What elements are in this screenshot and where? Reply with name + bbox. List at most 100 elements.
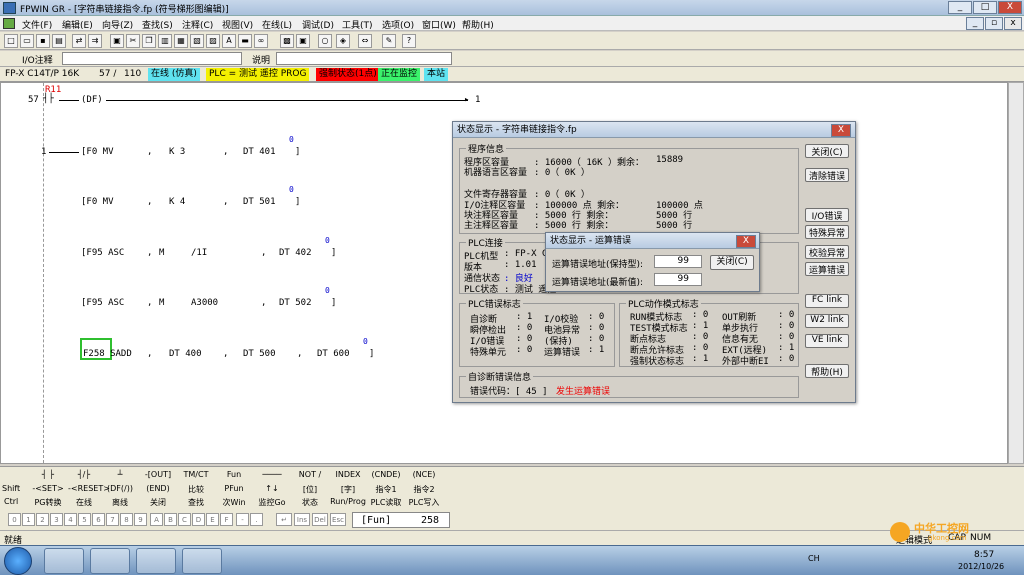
fkey-plc-read[interactable]: PLC读取 xyxy=(368,497,404,508)
num-key[interactable]: 2 xyxy=(36,513,49,526)
new-icon[interactable]: □ xyxy=(4,34,18,48)
fkey-online[interactable]: 在线 xyxy=(68,497,100,508)
help-button[interactable]: 帮助(H) xyxy=(805,364,849,378)
fc-link-button[interactable]: FC link xyxy=(805,294,849,308)
vertical-scrollbar[interactable] xyxy=(1008,82,1024,464)
io-error-button[interactable]: I/O错误 xyxy=(805,208,849,222)
grid-icon[interactable]: ▦ xyxy=(174,34,188,48)
menu-comment[interactable]: 注释(C) xyxy=(182,18,213,31)
dialog-close-button[interactable]: X xyxy=(831,124,851,137)
fkey-plc-write[interactable]: PLC写入 xyxy=(406,497,442,508)
menu-online[interactable]: 在线(L) xyxy=(262,18,292,31)
font-icon[interactable]: A xyxy=(222,34,236,48)
taskbar-ie-icon[interactable] xyxy=(44,548,84,574)
paste-icon[interactable]: ▥ xyxy=(158,34,172,48)
num-key[interactable]: 0 xyxy=(8,513,21,526)
num-key[interactable]: 3 xyxy=(50,513,63,526)
fkey-df[interactable]: (DF(/)) xyxy=(102,484,138,493)
pen-icon[interactable]: ✎ xyxy=(382,34,396,48)
fkey-reset[interactable]: -<RESET> xyxy=(68,484,110,493)
fkey-index[interactable]: INDEX xyxy=(330,470,366,479)
child-restore-button[interactable]: ▫ xyxy=(985,17,1003,30)
num-key[interactable]: 9 xyxy=(134,513,147,526)
maximize-button[interactable]: □ xyxy=(973,1,997,14)
taskbar-folder-icon[interactable] xyxy=(136,548,176,574)
fkey-compare[interactable]: 比较 xyxy=(178,484,214,495)
fkey-tmct[interactable]: TM/CT xyxy=(178,470,214,479)
fkey-cnde[interactable]: (CNDE) xyxy=(368,470,404,479)
num-key[interactable]: 1 xyxy=(22,513,35,526)
num-key[interactable]: 7 xyxy=(106,513,119,526)
block-icon[interactable]: ▧ xyxy=(190,34,204,48)
ins-key[interactable]: Ins xyxy=(294,513,310,526)
fkey-fun[interactable]: Fun xyxy=(216,470,252,479)
convert-all-icon[interactable]: ⇉ xyxy=(88,34,102,48)
sub-close-button[interactable]: 关闭(C) xyxy=(710,255,754,270)
fkey-monitor-go[interactable]: 监控Go xyxy=(254,497,290,508)
menu-wizard[interactable]: 向导(Z) xyxy=(102,18,133,31)
special-error-button[interactable]: 特殊异常 xyxy=(805,225,849,239)
fkey-end[interactable]: (END) xyxy=(140,484,176,493)
menu-tools[interactable]: 工具(T) xyxy=(342,18,373,31)
del-key[interactable]: Del xyxy=(312,513,328,526)
verify-error-button[interactable]: 校验异常 xyxy=(805,245,849,259)
menu-options[interactable]: 选项(O) xyxy=(382,18,414,31)
operation-error-button[interactable]: 运算错误 xyxy=(805,262,849,276)
fkey-pg-convert[interactable]: PG转换 xyxy=(30,497,66,508)
df-instruction[interactable]: (DF) xyxy=(81,95,103,105)
row-icon[interactable]: ▨ xyxy=(206,34,220,48)
cut-icon[interactable]: ✂ xyxy=(126,34,140,48)
lamp-icon[interactable]: ○ xyxy=(318,34,332,48)
fkey-word[interactable]: [字] xyxy=(330,484,366,495)
enter-key[interactable]: ↵ xyxy=(276,513,292,526)
num-key[interactable]: 4 xyxy=(64,513,77,526)
menu-view[interactable]: 视图(V) xyxy=(222,18,253,31)
taskbar-app-icon[interactable] xyxy=(90,548,130,574)
binoculars-icon[interactable]: ∞ xyxy=(254,34,268,48)
contact-symbol[interactable]: ┤├ xyxy=(43,94,54,104)
minimize-button[interactable]: _ xyxy=(948,1,972,14)
start-button[interactable] xyxy=(4,547,32,575)
fkey-set[interactable]: -<SET> xyxy=(30,484,66,493)
description-input[interactable] xyxy=(276,52,452,65)
open-icon[interactable]: ▭ xyxy=(20,34,34,48)
help-icon[interactable]: ? xyxy=(402,34,416,48)
screen-icon[interactable]: ▣ xyxy=(296,34,310,48)
num-key[interactable]: 6 xyxy=(92,513,105,526)
fkey-instr2[interactable]: 指令2 xyxy=(406,484,442,495)
fkey-line[interactable]: ──── xyxy=(254,470,290,479)
fkey-next-win[interactable]: 次Win xyxy=(216,497,252,508)
fkey-nce[interactable]: (NCE) xyxy=(406,470,442,479)
fkey-offline[interactable]: 离线 xyxy=(102,497,138,508)
num-key[interactable]: D xyxy=(192,513,205,526)
fun-input[interactable]: [Fun] 258 xyxy=(352,512,450,528)
esc-key[interactable]: Esc xyxy=(330,513,346,526)
fkey-pfun[interactable]: PFun xyxy=(216,484,252,493)
num-key[interactable]: . xyxy=(250,513,263,526)
menu-file[interactable]: 文件(F) xyxy=(22,18,52,31)
close-dialog-button[interactable]: 关闭(C) xyxy=(805,144,849,158)
num-key[interactable]: C xyxy=(178,513,191,526)
num-key[interactable]: E xyxy=(206,513,219,526)
fkey-close[interactable]: 关闭 xyxy=(140,497,176,508)
menu-window[interactable]: 窗口(W) xyxy=(422,18,456,31)
fkey-instr1[interactable]: 指令1 xyxy=(368,484,404,495)
fkey-bit[interactable]: [位] xyxy=(292,484,328,495)
fkey-contact[interactable]: ┤ ├ xyxy=(30,470,66,479)
save-icon[interactable]: ▪ xyxy=(36,34,50,48)
taskbar-fpwin-icon[interactable] xyxy=(182,548,222,574)
fkey-branch[interactable]: ┴ xyxy=(102,470,138,479)
close-button[interactable]: X xyxy=(998,1,1022,14)
w2-link-button[interactable]: W2 link xyxy=(805,314,849,328)
menu-help[interactable]: 帮助(H) xyxy=(462,18,494,31)
num-key[interactable]: - xyxy=(236,513,249,526)
fkey-status[interactable]: 状态 xyxy=(292,497,328,508)
device-icon[interactable]: ◈ xyxy=(336,34,350,48)
monitor-icon[interactable]: ▩ xyxy=(280,34,294,48)
num-key[interactable]: B xyxy=(164,513,177,526)
fkey-out[interactable]: -[OUT] xyxy=(140,470,176,479)
io-comment-input[interactable] xyxy=(62,52,242,65)
clear-error-button[interactable]: 清除错误 xyxy=(805,168,849,182)
run-icon[interactable]: ⇔ xyxy=(358,34,372,48)
fkey-find[interactable]: 查找 xyxy=(178,497,214,508)
